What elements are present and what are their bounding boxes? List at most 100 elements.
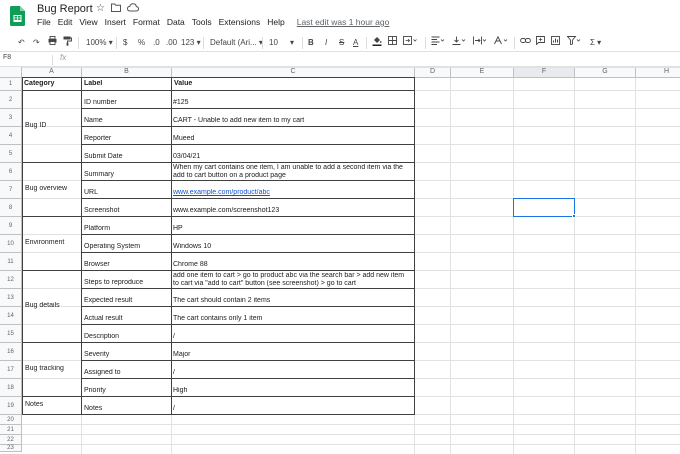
selected-cell-f8[interactable]: [513, 198, 575, 217]
label-cell[interactable]: Name: [84, 117, 170, 125]
value-cell[interactable]: The cart contains only 1 item: [173, 315, 413, 323]
value-cell[interactable]: /: [173, 333, 413, 341]
borders-icon[interactable]: [388, 36, 397, 50]
row-header-19[interactable]: 19: [0, 397, 22, 415]
font-size-select[interactable]: 10: [269, 36, 278, 50]
row-header-8[interactable]: 8: [0, 199, 22, 217]
label-cell[interactable]: Assigned to: [84, 369, 170, 377]
row-header-5[interactable]: 5: [0, 145, 22, 163]
label-cell[interactable]: Severity: [84, 351, 170, 359]
value-cell[interactable]: Mueed: [173, 135, 413, 143]
row-header-9[interactable]: 9: [0, 217, 22, 235]
value-cell[interactable]: High: [173, 387, 413, 395]
value-cell[interactable]: HP: [173, 225, 413, 233]
bold-button[interactable]: B: [308, 36, 314, 50]
value-cell[interactable]: add one item to cart > go to product abc…: [173, 272, 413, 280]
header-category-cell[interactable]: Category: [24, 80, 80, 88]
label-cell[interactable]: Operating System: [84, 243, 170, 251]
label-cell[interactable]: Screenshot: [84, 207, 170, 215]
column-header-f[interactable]: F: [514, 67, 575, 78]
menu-tools[interactable]: Tools: [192, 17, 212, 29]
spreadsheet-grid[interactable]: A B C D E F G H 1 2 3 4 5 6 7 8 9 10 11 12 13 14 15 16 17 18 19 20 2…: [0, 67, 680, 454]
percent-format-button[interactable]: %: [138, 36, 145, 50]
row-header-13[interactable]: 13: [0, 289, 22, 307]
increase-decimal-button[interactable]: .00: [166, 36, 177, 50]
decrease-decimal-button[interactable]: .0: [153, 36, 160, 50]
column-header-g[interactable]: G: [575, 67, 636, 78]
label-cell[interactable]: Browser: [84, 261, 170, 269]
vertical-align-icon[interactable]: [452, 36, 466, 50]
row-header-22[interactable]: 22: [0, 435, 22, 445]
row-header-12[interactable]: 12: [0, 271, 22, 289]
text-wrapping-icon[interactable]: [473, 36, 487, 50]
value-cell[interactable]: The cart should contain 2 items: [173, 297, 413, 305]
menu-insert[interactable]: Insert: [105, 17, 126, 29]
column-header-e[interactable]: E: [451, 67, 514, 78]
header-value-cell[interactable]: Value: [174, 80, 413, 88]
header-label-cell[interactable]: Label: [84, 80, 170, 88]
category-cell[interactable]: Bug ID: [25, 122, 80, 130]
row-header-20[interactable]: 20: [0, 415, 22, 425]
value-cell[interactable]: CART - Unable to add new item to my cart: [173, 117, 413, 125]
menu-edit[interactable]: Edit: [58, 17, 73, 29]
label-cell[interactable]: Reporter: [84, 135, 170, 143]
category-cell[interactable]: Bug details: [25, 302, 80, 310]
label-cell[interactable]: Priority: [84, 387, 170, 395]
paint-format-icon[interactable]: [63, 36, 72, 50]
label-cell[interactable]: Submit Date: [84, 153, 170, 161]
url-link[interactable]: www.example.com/product/abc: [173, 189, 413, 197]
font-size-dropdown-icon[interactable]: ▾: [290, 36, 294, 50]
row-header-2[interactable]: 2: [0, 91, 22, 109]
value-cell-line-2[interactable]: to cart via "add to cart" button (see sc…: [173, 280, 413, 288]
redo-icon[interactable]: ↷: [33, 36, 40, 50]
category-cell[interactable]: Environment: [25, 239, 80, 247]
menu-file[interactable]: File: [37, 17, 51, 29]
row-header-6[interactable]: 6: [0, 163, 22, 181]
row-header-11[interactable]: 11: [0, 253, 22, 271]
more-formats-button[interactable]: 123 ▾: [181, 36, 201, 50]
label-cell[interactable]: Expected result: [84, 297, 170, 305]
value-cell[interactable]: 03/04/21: [173, 153, 413, 161]
fill-color-icon[interactable]: [372, 36, 382, 50]
move-folder-icon[interactable]: [111, 3, 121, 15]
label-cell[interactable]: Description: [84, 333, 170, 341]
row-header-16[interactable]: 16: [0, 343, 22, 361]
horizontal-align-icon[interactable]: [431, 36, 445, 50]
menu-format[interactable]: Format: [133, 17, 160, 29]
label-cell[interactable]: Notes: [84, 405, 170, 413]
value-cell[interactable]: Windows 10: [173, 243, 413, 251]
functions-button[interactable]: Σ ▾: [590, 36, 601, 50]
formula-input[interactable]: [78, 54, 668, 66]
label-cell[interactable]: Summary: [84, 171, 170, 179]
text-rotation-icon[interactable]: [494, 35, 508, 50]
insert-comment-icon[interactable]: [536, 36, 545, 50]
category-cell[interactable]: Bug tracking: [25, 365, 80, 373]
document-title[interactable]: Bug Report: [37, 3, 93, 15]
value-cell[interactable]: /: [173, 369, 413, 377]
row-header-10[interactable]: 10: [0, 235, 22, 253]
value-cell[interactable]: /: [173, 405, 413, 413]
row-header-21[interactable]: 21: [0, 425, 22, 435]
label-cell[interactable]: URL: [84, 189, 170, 197]
row-header-15[interactable]: 15: [0, 325, 22, 343]
last-edit-link[interactable]: Last edit was 1 hour ago: [297, 17, 390, 29]
menu-view[interactable]: View: [79, 17, 97, 29]
label-cell[interactable]: Platform: [84, 225, 170, 233]
cloud-status-icon[interactable]: [126, 3, 140, 15]
sheets-logo-icon[interactable]: [10, 6, 25, 26]
menu-data[interactable]: Data: [167, 17, 185, 29]
star-icon[interactable]: ☆: [96, 3, 105, 14]
name-box[interactable]: F8: [3, 54, 11, 61]
insert-link-icon[interactable]: [520, 36, 531, 50]
value-cell[interactable]: www.example.com/screenshot123: [173, 207, 413, 215]
row-header-14[interactable]: 14: [0, 307, 22, 325]
row-header-23[interactable]: 23: [0, 445, 22, 452]
label-cell[interactable]: ID number: [84, 99, 170, 107]
undo-icon[interactable]: ↶: [18, 36, 25, 50]
category-cell[interactable]: Notes: [25, 401, 80, 409]
font-family-select[interactable]: Default (Ari... ▾: [210, 36, 263, 50]
row-header-3[interactable]: 3: [0, 109, 22, 127]
value-cell[interactable]: Major: [173, 351, 413, 359]
filter-icon[interactable]: [566, 36, 581, 50]
row-header-17[interactable]: 17: [0, 361, 22, 379]
